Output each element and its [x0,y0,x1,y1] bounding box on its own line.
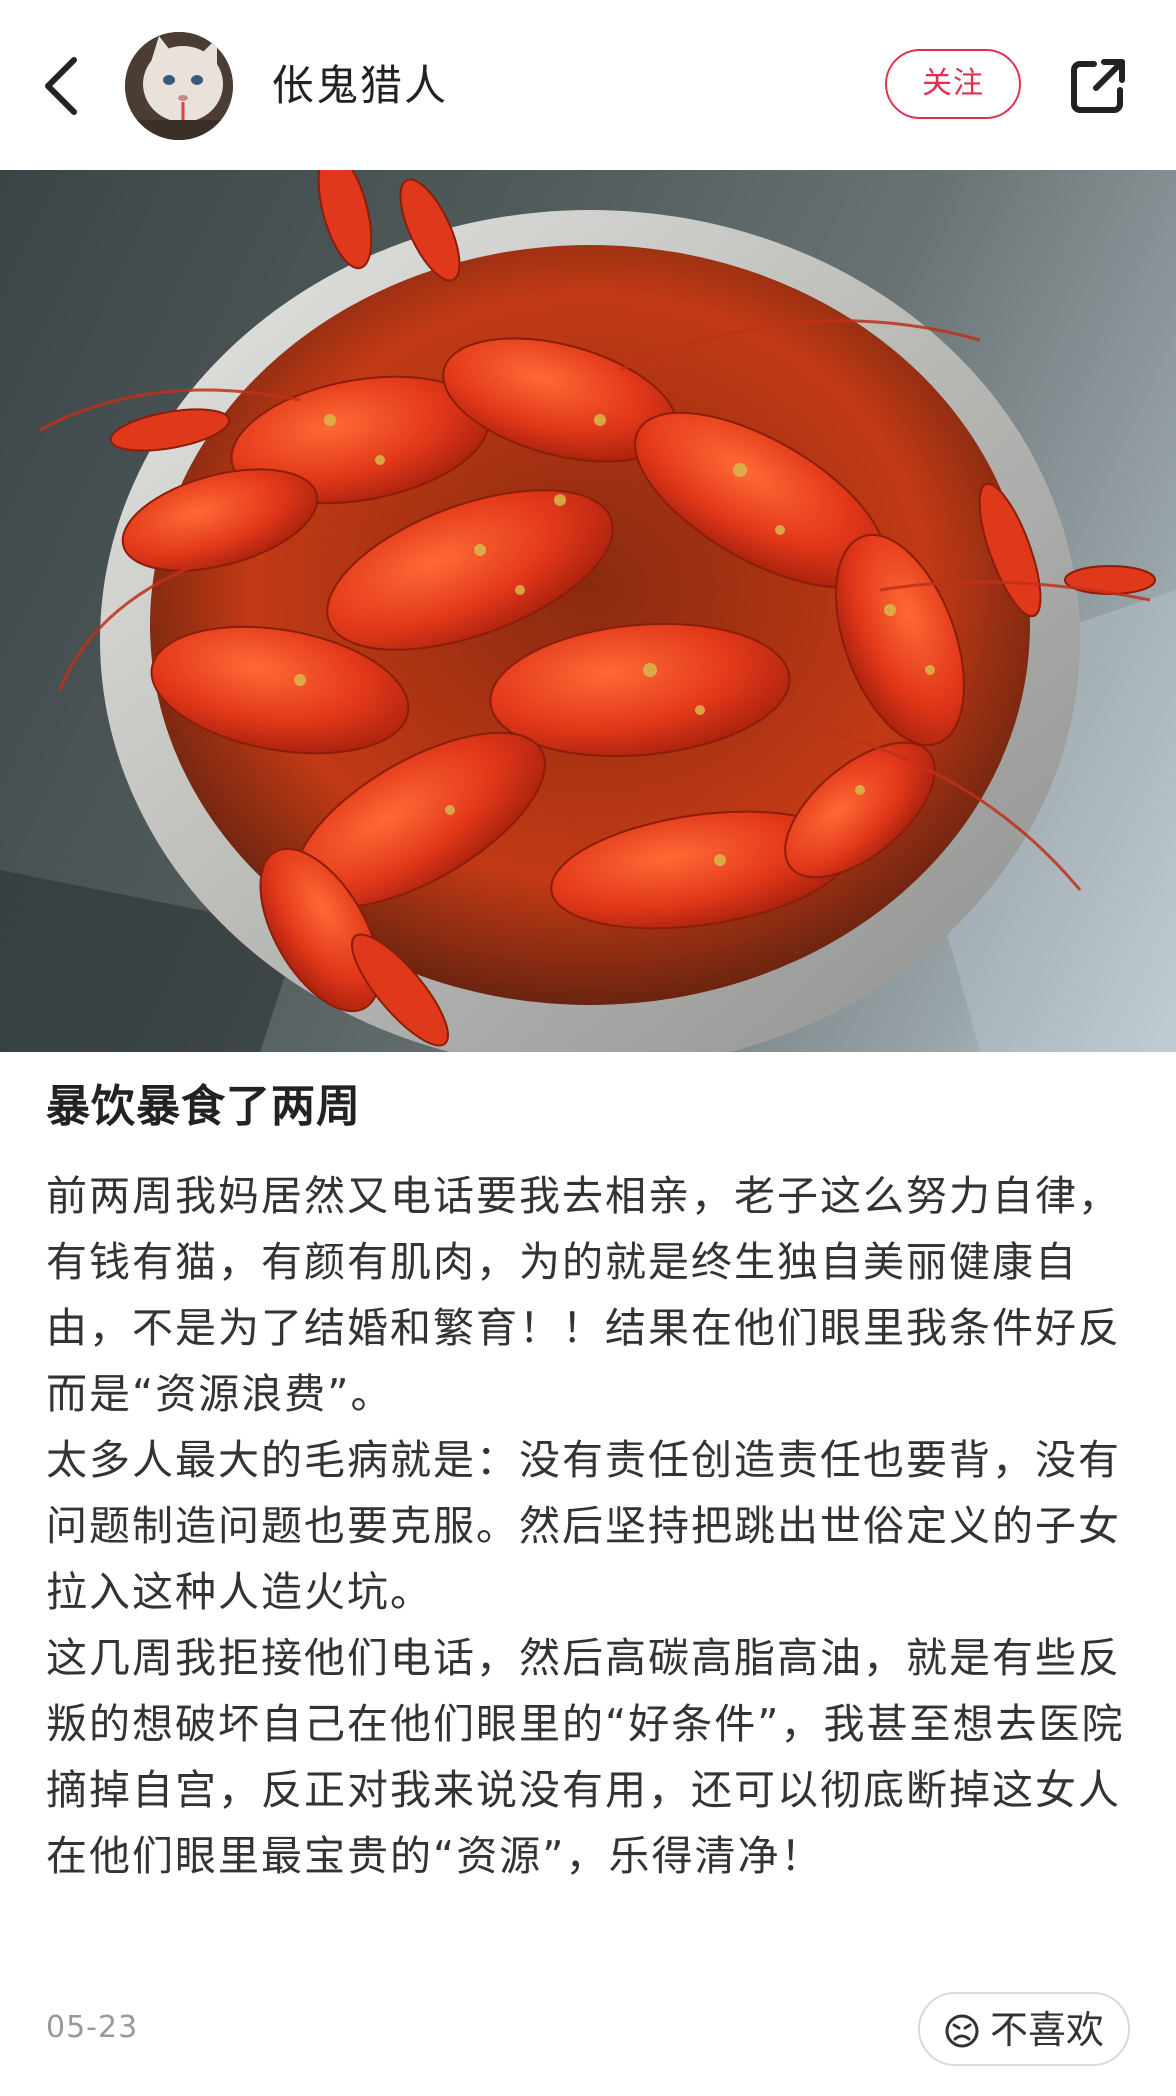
follow-button[interactable]: 关注 [885,49,1021,119]
chevron-left-icon [45,57,77,115]
post-image[interactable] [0,170,1176,1052]
sad-face-icon [945,2014,979,2048]
post-date: 05-23 [46,2010,139,2045]
post-paragraph: 太多人最大的毛病就是：没有责任创造责任也要背，没有问题制造问题也要克服。然后坚持… [46,1436,1121,1616]
username[interactable]: 伥鬼猎人 [272,56,448,116]
post-title: 暴饮暴食了两周 [46,1081,361,1132]
dislike-label: 不喜欢 [990,2008,1105,2052]
top-bar: 伥鬼猎人 关注 [0,0,1176,170]
post-paragraph: 前两周我妈居然又电话要我去相亲，老子这么努力自律，有钱有猫，有颜有肌肉，为的就是… [46,1172,1121,1418]
post-footer: 05-23 不喜欢 [0,1990,1176,2070]
dislike-button[interactable]: 不喜欢 [918,1992,1130,2066]
avatar[interactable] [125,32,233,140]
cat-avatar-image [125,32,233,140]
share-external-icon [1071,59,1125,113]
back-button[interactable] [36,50,92,122]
post-detail-page: 伥鬼猎人 关注 暴饮暴食了两周 前两周我妈居然又电话要我去相亲，老子这么努力自律… [0,0,1176,2096]
share-button[interactable] [1064,52,1132,120]
post-paragraph: 这几周我拒接他们电话，然后高碳高脂高油，就是有些反叛的想破坏自己在他们眼里的“好… [46,1634,1125,1880]
crayfish-bowl-photo [0,170,1176,1052]
post-body: 前两周我妈居然又电话要我去相亲，老子这么努力自律，有钱有猫，有颜有肌肉，为的就是… [46,1163,1136,1889]
